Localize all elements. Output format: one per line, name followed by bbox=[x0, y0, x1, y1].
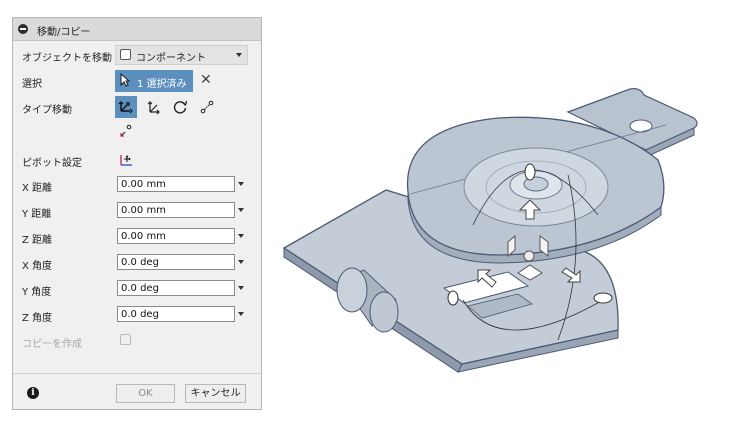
y-angle-label: Y 角度 bbox=[22, 287, 52, 298]
row-y-distance: Y 距離 bbox=[13, 200, 261, 222]
row-selection: 選択 1 選択済み ✕ bbox=[13, 70, 261, 92]
rotate-handle[interactable] bbox=[447, 290, 459, 306]
row-x-distance: X 距離 bbox=[13, 174, 261, 196]
dialog-title: 移動/コピー bbox=[37, 27, 91, 38]
z-distance-input[interactable] bbox=[117, 228, 235, 244]
cancel-button[interactable]: キャンセル bbox=[185, 384, 246, 403]
y-distance-input[interactable] bbox=[117, 202, 235, 218]
row-y-angle: Y 角度 bbox=[13, 278, 261, 300]
selection-value: 1 選択済み bbox=[137, 79, 187, 90]
model-component[interactable] bbox=[282, 88, 698, 373]
chevron-down-icon[interactable] bbox=[238, 208, 244, 212]
row-z-distance: Z 距離 bbox=[13, 226, 261, 248]
point-to-point-icon bbox=[200, 100, 214, 114]
x-distance-input[interactable] bbox=[117, 176, 235, 192]
y-distance-label: Y 距離 bbox=[22, 209, 52, 220]
rotate-tool[interactable] bbox=[169, 96, 191, 118]
object-move-value: コンポーネント bbox=[136, 53, 206, 64]
selection-label: 選択 bbox=[22, 79, 42, 90]
z-angle-input[interactable] bbox=[117, 306, 235, 322]
z-angle-label: Z 角度 bbox=[22, 313, 53, 324]
x-angle-input[interactable] bbox=[117, 254, 235, 270]
chevron-down-icon[interactable] bbox=[238, 260, 244, 264]
row-pivot: ピボット設定 bbox=[13, 149, 261, 171]
translate-tool[interactable] bbox=[142, 96, 164, 118]
center-handle[interactable] bbox=[523, 250, 535, 262]
row-object-move: オブジェクトを移動 コンポーネント bbox=[13, 44, 261, 66]
dialog-header[interactable]: 移動/コピー bbox=[13, 18, 261, 41]
x-angle-label: X 角度 bbox=[22, 261, 53, 272]
pivot-label: ピボット設定 bbox=[22, 158, 82, 169]
pivot-icon bbox=[120, 155, 132, 166]
row-x-angle: X 角度 bbox=[13, 252, 261, 274]
pivot-tool[interactable] bbox=[115, 149, 137, 171]
clear-x-icon[interactable]: ✕ bbox=[200, 72, 212, 88]
chevron-down-icon[interactable] bbox=[238, 234, 244, 238]
point-to-point-tool[interactable] bbox=[196, 96, 218, 118]
component-icon bbox=[120, 49, 131, 60]
rotate-handle[interactable] bbox=[593, 292, 613, 304]
rotate-handle[interactable] bbox=[524, 163, 536, 181]
z-distance-label: Z 距離 bbox=[22, 235, 53, 246]
free-move-icon bbox=[118, 101, 133, 114]
3d-viewport[interactable] bbox=[268, 0, 731, 431]
x-distance-label: X 距離 bbox=[22, 183, 53, 194]
row-type-move: タイプ移動 bbox=[13, 96, 261, 144]
y-angle-input[interactable] bbox=[117, 280, 235, 296]
point-to-position-icon bbox=[120, 124, 132, 137]
type-move-label: タイプ移動 bbox=[22, 105, 72, 116]
cursor-icon bbox=[120, 73, 130, 87]
dialog-footer: i OK キャンセル bbox=[13, 373, 261, 410]
chevron-down-icon[interactable] bbox=[238, 312, 244, 316]
create-copy-checkbox[interactable] bbox=[120, 334, 131, 345]
collapse-icon[interactable] bbox=[18, 24, 28, 34]
free-move-tool[interactable] bbox=[115, 96, 137, 118]
translate-icon bbox=[147, 101, 160, 115]
object-move-label: オブジェクトを移動 bbox=[22, 53, 112, 64]
info-icon[interactable]: i bbox=[27, 387, 39, 399]
row-z-angle: Z 角度 bbox=[13, 304, 261, 326]
object-move-dropdown[interactable]: コンポーネント bbox=[115, 45, 248, 65]
ok-button[interactable]: OK bbox=[116, 384, 175, 403]
chevron-down-icon[interactable] bbox=[238, 182, 244, 186]
chevron-down-icon[interactable] bbox=[238, 286, 244, 290]
rotate-icon bbox=[173, 100, 188, 114]
chevron-down-icon bbox=[236, 53, 242, 57]
create-copy-label: コピーを作成 bbox=[22, 339, 82, 350]
point-to-position-tool[interactable] bbox=[115, 120, 137, 142]
selection-button[interactable]: 1 選択済み bbox=[115, 70, 193, 92]
row-create-copy: コピーを作成 bbox=[13, 330, 261, 352]
move-copy-dialog: 移動/コピー オブジェクトを移動 コンポーネント 選択 1 選択済み ✕ タイプ… bbox=[12, 17, 262, 410]
